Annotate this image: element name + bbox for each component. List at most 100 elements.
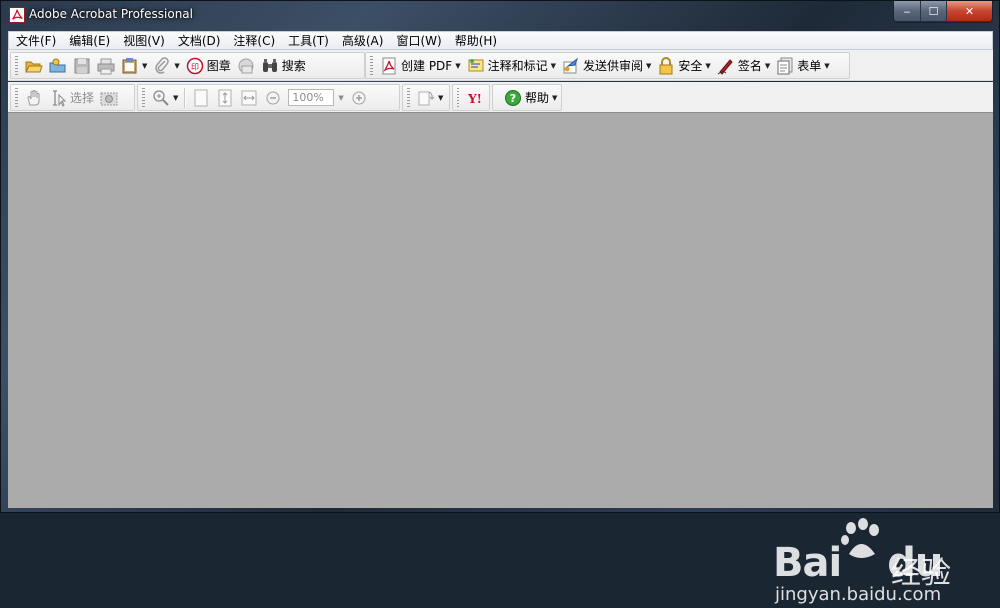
menu-comments[interactable]: 注释(C) <box>226 32 281 49</box>
stamp-button[interactable]: 印 图章 <box>183 55 234 77</box>
chevron-down-icon: ▼ <box>705 61 711 70</box>
zoom-out-button[interactable] <box>261 87 285 109</box>
forms-icon <box>776 57 794 75</box>
help-label: 帮助 <box>525 91 550 105</box>
menu-window[interactable]: 窗口(W) <box>389 32 447 49</box>
app-window: Adobe Acrobat Professional ‒ ☐ ✕ 文件(F) 编… <box>0 0 1000 605</box>
page-toolbar: ▼ <box>402 84 450 111</box>
email-globe-icon <box>237 57 255 75</box>
organizer-button[interactable] <box>46 55 70 77</box>
clipboard-button[interactable]: ▼ <box>118 55 150 77</box>
hand-icon <box>25 89 43 107</box>
chevron-down-icon: ▼ <box>338 93 344 102</box>
toolbar-row-2: 选择 ▼ 100% ▼ ▼ Y! ? 帮助 ▼ <box>8 82 993 112</box>
snapshot-button[interactable] <box>97 87 121 109</box>
open-folder-icon <box>25 57 43 75</box>
menu-file[interactable]: 文件(F) <box>9 32 62 49</box>
help-question-icon: ? <box>504 89 522 107</box>
chevron-down-icon: ▼ <box>764 61 771 70</box>
email-button[interactable] <box>234 55 258 77</box>
zoom-in-button[interactable] <box>347 87 371 109</box>
zoom-tool-button[interactable]: ▼ <box>149 87 181 109</box>
chevron-down-icon: ▼ <box>455 61 461 70</box>
chevron-down-icon: ▼ <box>173 93 179 102</box>
open-button[interactable] <box>22 55 46 77</box>
minimize-icon: ‒ <box>903 4 911 18</box>
send-review-button[interactable]: 发送供审阅 ▼ <box>559 55 654 77</box>
forms-button[interactable]: 表单 ▼ <box>773 55 832 77</box>
help-toolbar: ? 帮助 ▼ <box>492 84 562 111</box>
actual-size-icon <box>192 89 210 107</box>
menu-edit[interactable]: 编辑(E) <box>62 32 116 49</box>
security-button[interactable]: 安全 ▼ <box>654 55 713 77</box>
toolbar-grip[interactable] <box>142 87 145 108</box>
save-disk-icon <box>73 57 91 75</box>
paperclip-icon <box>153 56 171 75</box>
toolbar-separator <box>184 87 187 108</box>
printer-icon <box>97 57 115 75</box>
toolbar-grip[interactable] <box>15 87 18 108</box>
tasks-toolbar: 创建 PDF ▼ 注释和标记 ▼ 发送供审阅 ▼ 安全 ▼ 签名 ▼ 表单 ▼ <box>365 52 850 79</box>
menu-advanced[interactable]: 高级(A) <box>335 32 390 49</box>
menu-help[interactable]: 帮助(H) <box>448 32 503 49</box>
fit-page-button[interactable] <box>213 87 237 109</box>
print-button[interactable] <box>94 55 118 77</box>
organizer-icon <box>49 57 67 75</box>
search-button[interactable]: 搜索 <box>258 55 309 77</box>
actual-size-button[interactable] <box>189 87 213 109</box>
yahoo-button[interactable]: Y! <box>463 87 487 109</box>
rotate-page-icon <box>417 89 435 107</box>
comment-markup-icon <box>467 57 485 75</box>
fit-page-icon <box>216 89 234 107</box>
text-cursor-icon <box>49 89 67 107</box>
zoom-level-field[interactable]: 100% <box>288 89 335 106</box>
pen-icon <box>717 57 735 75</box>
zoom-level-select[interactable]: 100% ▼ <box>285 87 346 109</box>
chevron-down-icon: ▼ <box>142 61 148 70</box>
select-tool-button[interactable]: 选择 <box>46 87 97 109</box>
chevron-down-icon: ▼ <box>550 61 556 70</box>
fit-width-button[interactable] <box>237 87 261 109</box>
toolbar-grip[interactable] <box>457 87 459 108</box>
clipboard-icon <box>121 57 139 75</box>
magnifier-plus-icon <box>152 89 170 107</box>
hand-tool-button[interactable] <box>22 87 46 109</box>
stamp-label: 图章 <box>206 59 231 73</box>
toolbar-grip[interactable] <box>370 55 373 76</box>
help-button[interactable]: ? 帮助 ▼ <box>501 87 560 109</box>
yahoo-toolbar: Y! <box>452 84 490 111</box>
window-title: Adobe Acrobat Professional <box>29 7 193 21</box>
chevron-down-icon: ▼ <box>552 93 558 102</box>
close-button[interactable]: ✕ <box>947 1 992 21</box>
maximize-button[interactable]: ☐ <box>921 1 947 21</box>
toolbar-grip[interactable] <box>407 87 410 108</box>
document-area[interactable]: Bai du 经验 jingyan.baidu.com <box>8 112 993 605</box>
yahoo-icon: Y! <box>466 89 484 107</box>
comment-markup-button[interactable]: 注释和标记 ▼ <box>464 55 559 77</box>
baidu-url-text: jingyan.baidu.com <box>775 584 942 605</box>
chevron-down-icon: ▼ <box>824 61 830 70</box>
create-pdf-button[interactable]: 创建 PDF ▼ <box>377 55 464 77</box>
menu-tools[interactable]: 工具(T) <box>281 32 335 49</box>
minimize-button[interactable]: ‒ <box>894 1 921 21</box>
file-toolbar: ▼ ▼ 印 图章 搜索 <box>10 52 365 79</box>
search-label: 搜索 <box>281 59 306 73</box>
close-icon: ✕ <box>964 4 975 18</box>
acrobat-app-icon[interactable] <box>9 7 25 23</box>
select-label: 选择 <box>70 91 95 105</box>
create-pdf-label: 创建 PDF <box>401 59 453 73</box>
svg-text:?: ? <box>510 92 516 105</box>
comment-markup-label: 注释和标记 <box>487 59 548 73</box>
svg-text:Y!: Y! <box>467 92 482 106</box>
zoom-toolbar: ▼ 100% ▼ <box>137 84 400 111</box>
rotate-view-button[interactable]: ▼ <box>414 87 446 109</box>
sign-button[interactable]: 签名 ▼ <box>714 55 773 77</box>
menu-document[interactable]: 文档(D) <box>171 32 227 49</box>
save-button[interactable] <box>70 55 94 77</box>
caption-buttons: ‒ ☐ ✕ <box>893 1 993 23</box>
select-toolbar: 选择 <box>10 84 135 111</box>
title-bar[interactable]: Adobe Acrobat Professional ‒ ☐ ✕ <box>1 1 999 31</box>
attach-button[interactable]: ▼ <box>150 55 182 77</box>
toolbar-grip[interactable] <box>15 55 18 76</box>
menu-view[interactable]: 视图(V) <box>116 32 171 49</box>
